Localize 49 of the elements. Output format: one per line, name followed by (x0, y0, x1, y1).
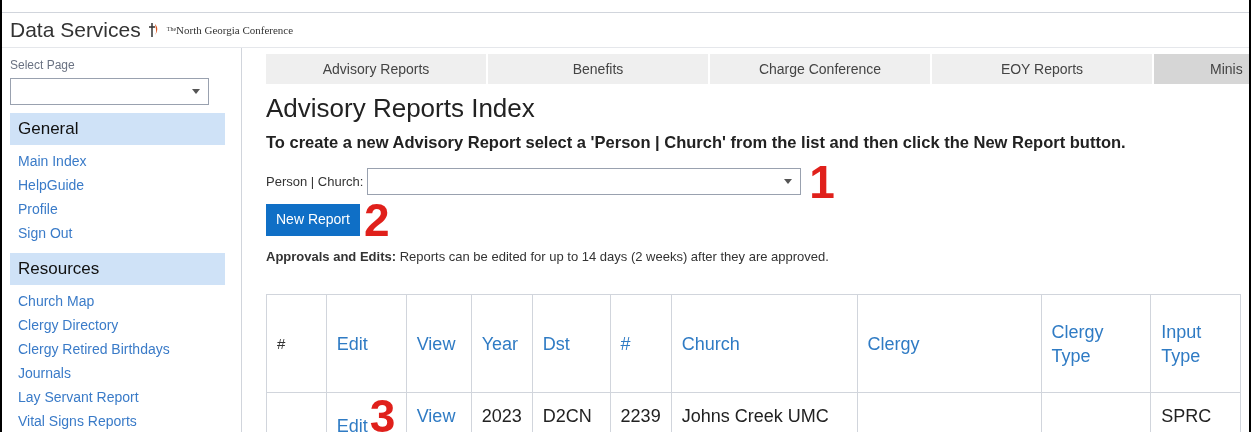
site-title: Data Services (10, 17, 141, 44)
caret-icon (784, 179, 793, 185)
org-name: $^{The}$North Georgia Conference (166, 22, 294, 38)
select-label: Select Page (10, 57, 76, 74)
column-header-link[interactable]: Input Type (1150, 294, 1241, 393)
caret-icon (192, 89, 200, 94)
instruction-text: To create a new Advisory Report select a 'Person | Church' from the list and then click the New Report button. (266, 132, 1127, 153)
column-header-link[interactable]: Edit (326, 294, 407, 393)
sidebar-link[interactable]: Main Index (18, 149, 233, 173)
new-report-button[interactable]: New Report (266, 203, 360, 236)
sidebar-link[interactable]: Church Map (18, 289, 233, 313)
section-header: Resources (10, 253, 225, 285)
sidebar-link[interactable]: Journals (18, 361, 233, 385)
page-title: Advisory Reports Index (266, 92, 536, 124)
sidebar-link[interactable]: Clergy Directory (18, 313, 233, 337)
annotation-number: 1 (809, 158, 835, 205)
sidebar-link[interactable]: Vital Signs Reports (18, 409, 233, 432)
nav-tab[interactable]: Minis (1154, 54, 1249, 84)
column-header-link[interactable]: # (610, 294, 672, 393)
section-header: General (10, 113, 225, 145)
nav-tab[interactable]: Benefits (488, 54, 708, 84)
row-link[interactable]: Edit (336, 416, 368, 432)
annotation-number: 2 (363, 196, 390, 243)
column-header-link[interactable]: Year (471, 294, 533, 393)
person-church-select[interactable] (367, 168, 802, 196)
column-header-link[interactable]: Clergy (857, 294, 1041, 393)
sidebar-link[interactable]: Profile (18, 197, 233, 221)
annotation-number: 3 (369, 390, 396, 432)
sidebar-link[interactable]: Clergy Retired Birthdays (18, 337, 233, 361)
table-cell: 2023 (481, 406, 522, 427)
column-header-link[interactable]: Clergy Type (1041, 294, 1151, 393)
page-select[interactable] (10, 78, 209, 105)
table-cell: 2239 (620, 406, 661, 427)
table-cell: SPRC (1161, 406, 1212, 427)
sidebar-link[interactable]: Sign Out (18, 221, 233, 245)
nav-tab[interactable]: EOY Reports (932, 54, 1152, 84)
field-label: Person | Church: (266, 173, 364, 191)
table-cell: Johns Creek UMC (681, 406, 829, 427)
table-cell: D2CN (542, 406, 592, 427)
sidebar-link[interactable]: HelpGuide (18, 173, 233, 197)
column-header-link[interactable]: View (406, 294, 472, 393)
nav-tab[interactable]: Charge Conference (710, 54, 930, 84)
approval-note: Approvals and Edits: Reports can be edited for up to 14 days (2 weeks) after they are approved. (266, 247, 830, 266)
nav-tab[interactable]: Advisory Reports (266, 54, 486, 84)
column-header-link[interactable]: Dst (532, 294, 611, 393)
cross-flame-icon (148, 22, 159, 38)
column-header-link[interactable]: Church (671, 294, 858, 393)
sidebar-link[interactable]: Lay Servant Report (18, 385, 233, 409)
column-header: # (266, 294, 327, 393)
